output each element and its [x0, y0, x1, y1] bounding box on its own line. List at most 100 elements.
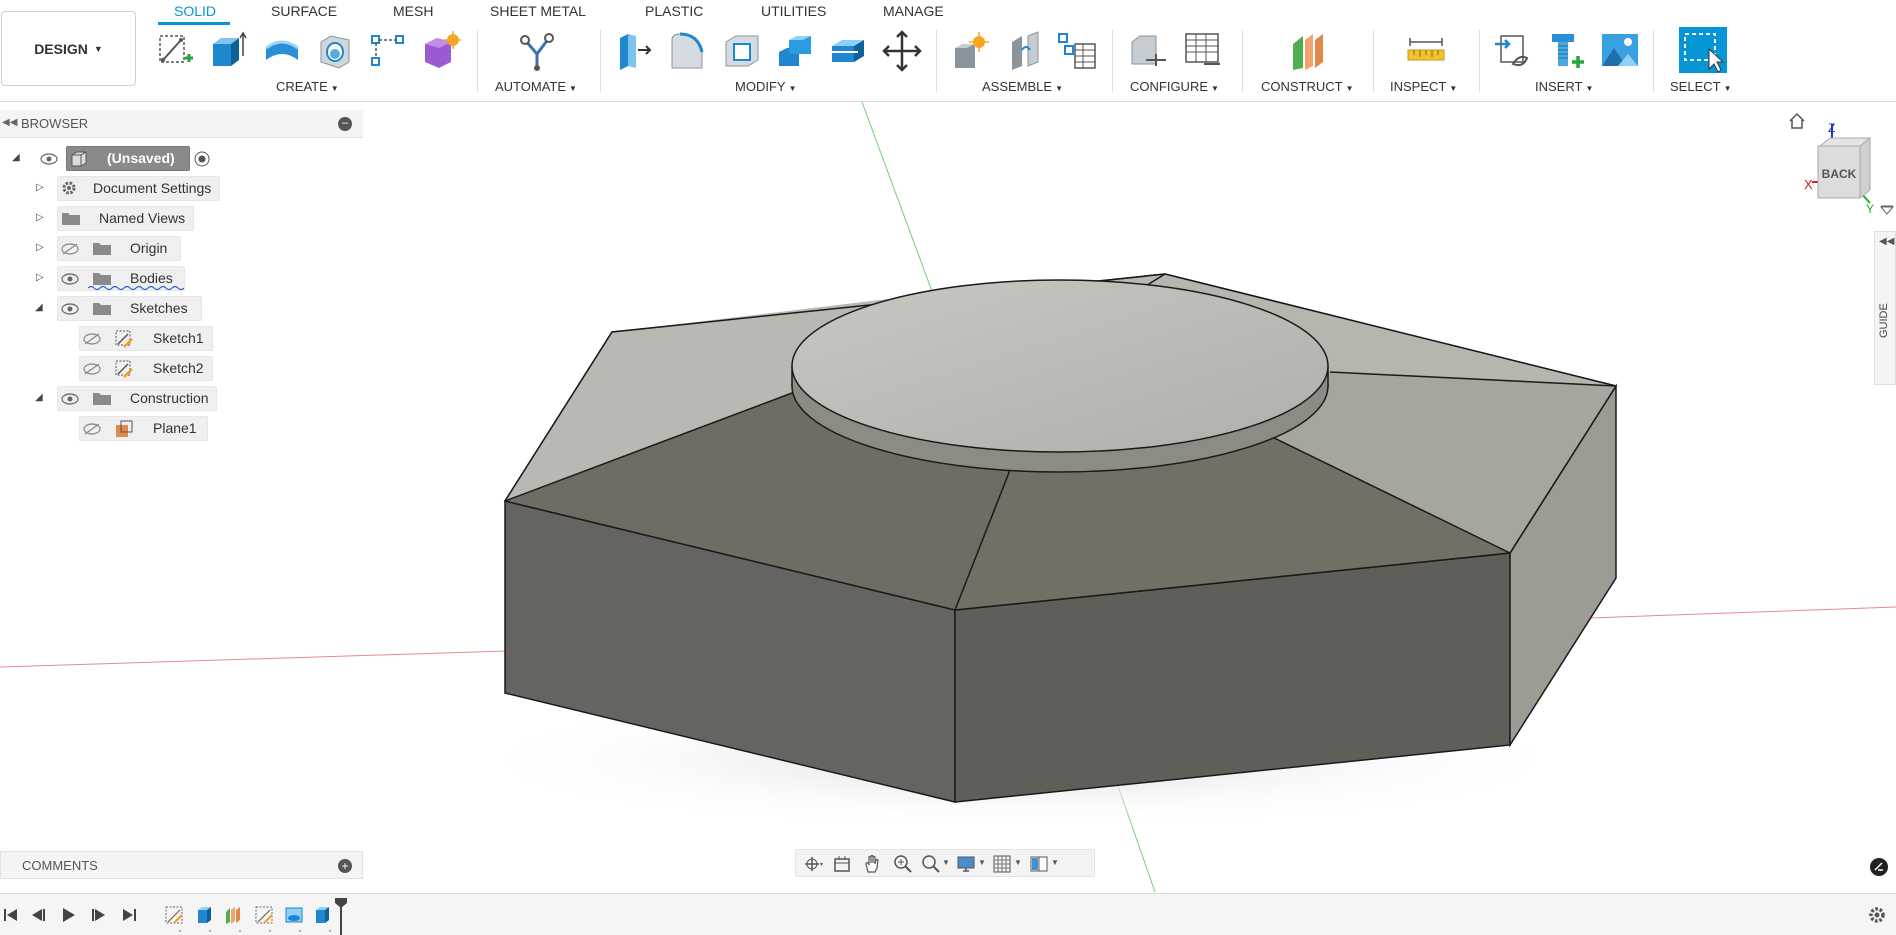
zoom-icon[interactable]: [892, 854, 914, 874]
automate-icon[interactable]: [517, 30, 557, 72]
timeline-settings-gear-icon[interactable]: [1868, 906, 1886, 924]
hidden-eye-icon[interactable]: [83, 423, 101, 435]
browser-item-sketch1[interactable]: Sketch1: [0, 326, 363, 351]
press-pull-icon[interactable]: [614, 30, 654, 72]
create-sketch-icon[interactable]: [155, 30, 195, 72]
expand-triangle-icon[interactable]: ▷: [36, 212, 44, 223]
construct-plane-icon[interactable]: [1289, 30, 1329, 72]
collapse-triangle-icon[interactable]: ◢: [12, 152, 20, 163]
visibility-eye-icon[interactable]: [61, 273, 79, 285]
joint-icon[interactable]: [1006, 30, 1046, 72]
grid-settings-icon[interactable]: [992, 854, 1014, 874]
hidden-eye-icon[interactable]: [83, 363, 101, 375]
expand-triangle-icon[interactable]: ▷: [36, 272, 44, 283]
timeline-plane-icon[interactable]: [226, 907, 240, 924]
chevron-down-icon[interactable]: ▼: [942, 858, 950, 867]
select-icon[interactable]: [1679, 27, 1727, 73]
timeline-extrude-icon[interactable]: [285, 907, 303, 923]
construct-menu[interactable]: CONSTRUCT ▼: [1261, 79, 1354, 94]
configure-menu[interactable]: CONFIGURE ▼: [1130, 79, 1219, 94]
viewports-icon[interactable]: [1029, 854, 1051, 874]
collapse-triangle-icon[interactable]: ◢: [35, 302, 43, 313]
browser-item-origin[interactable]: ▷ Origin: [0, 236, 363, 261]
browser-item-plane1[interactable]: Plane1: [0, 416, 363, 441]
configuration-table-icon[interactable]: [1182, 30, 1222, 72]
collapse-panel-icon[interactable]: ◀◀: [2, 117, 17, 128]
tab-sheet-metal[interactable]: SHEET METAL: [488, 3, 588, 19]
pattern-icon[interactable]: [368, 30, 408, 72]
expand-triangle-icon[interactable]: ▷: [36, 182, 44, 193]
add-comment-icon[interactable]: +: [338, 859, 352, 873]
tab-manage[interactable]: MANAGE: [881, 3, 946, 19]
extrude-icon[interactable]: [207, 30, 247, 72]
visibility-eye-icon[interactable]: [61, 393, 79, 405]
step-forward-icon[interactable]: [90, 907, 108, 923]
browser-item-named-views[interactable]: ▷ Named Views: [0, 206, 363, 231]
tab-mesh[interactable]: MESH: [391, 3, 435, 19]
bill-of-materials-icon[interactable]: [1057, 30, 1097, 72]
activate-radio-icon[interactable]: [194, 151, 210, 167]
hole-icon[interactable]: [315, 30, 355, 72]
visibility-eye-icon[interactable]: [61, 303, 79, 315]
browser-root-node[interactable]: ◢ (Unsaved): [0, 146, 363, 171]
text-commands-icon[interactable]: [1870, 858, 1888, 876]
minimize-panel-icon[interactable]: –: [338, 117, 352, 131]
tab-surface[interactable]: SURFACE: [269, 3, 339, 19]
display-settings-icon[interactable]: [956, 854, 978, 874]
workspace-switcher[interactable]: DESIGN ▼: [1, 11, 136, 86]
new-component-icon[interactable]: [951, 30, 991, 72]
offset-face-icon[interactable]: [828, 30, 868, 72]
view-cube[interactable]: X Z Y BACK: [1804, 121, 1874, 216]
insert-menu[interactable]: INSERT ▼: [1535, 79, 1593, 94]
expand-guide-icon[interactable]: ◀◀: [1879, 236, 1894, 247]
browser-item-sketches[interactable]: ◢ Sketches: [0, 296, 363, 321]
viewcube-menu-icon[interactable]: [1879, 205, 1895, 215]
chevron-down-icon[interactable]: ▼: [978, 858, 986, 867]
timeline-sketch-icon[interactable]: [165, 906, 183, 924]
fit-zoom-icon[interactable]: [920, 854, 942, 874]
go-to-start-icon[interactable]: [2, 907, 20, 923]
guide-side-tab[interactable]: ◀◀ GUIDE: [1874, 231, 1896, 385]
step-back-icon[interactable]: [29, 907, 47, 923]
look-at-icon[interactable]: [831, 854, 853, 874]
home-view-icon[interactable]: [1789, 112, 1805, 129]
tab-utilities[interactable]: UTILITIES: [759, 3, 828, 19]
select-menu[interactable]: SELECT ▼: [1670, 79, 1732, 94]
collapse-triangle-icon[interactable]: ◢: [35, 392, 43, 403]
play-icon[interactable]: [59, 907, 77, 923]
tab-solid[interactable]: SOLID: [172, 3, 218, 19]
timeline-marker[interactable]: [334, 897, 348, 935]
move-icon[interactable]: [882, 30, 922, 72]
hidden-eye-icon[interactable]: [61, 243, 79, 255]
revolve-icon[interactable]: [262, 30, 302, 72]
expand-triangle-icon[interactable]: ▷: [36, 242, 44, 253]
combine-icon[interactable]: [775, 30, 815, 72]
insert-canvas-icon[interactable]: [1600, 30, 1640, 72]
browser-item-bodies[interactable]: ▷ Bodies: [0, 266, 363, 291]
assemble-menu[interactable]: ASSEMBLE ▼: [982, 79, 1063, 94]
chevron-down-icon[interactable]: ▼: [1014, 858, 1022, 867]
tab-plastic[interactable]: PLASTIC: [643, 3, 705, 19]
browser-item-construction[interactable]: ◢ Construction: [0, 386, 363, 411]
browser-item-document-settings[interactable]: ▷ Document Settings: [0, 176, 363, 201]
create-menu[interactable]: CREATE ▼: [276, 79, 339, 94]
fillet-icon[interactable]: [668, 30, 708, 72]
go-to-end-icon[interactable]: [120, 907, 138, 923]
visibility-eye-icon[interactable]: [40, 153, 58, 165]
hidden-eye-icon[interactable]: [83, 333, 101, 345]
orbit-icon[interactable]: [802, 854, 824, 874]
chevron-down-icon[interactable]: ▼: [1051, 858, 1059, 867]
timeline-extrude-icon[interactable]: [316, 907, 329, 923]
automate-menu[interactable]: AUTOMATE ▼: [495, 79, 577, 94]
measure-icon[interactable]: [1406, 30, 1446, 72]
timeline-extrude-icon[interactable]: [198, 907, 211, 923]
timeline-sketch-icon[interactable]: [255, 906, 273, 924]
hexagon-body[interactable]: [503, 273, 1618, 803]
pan-hand-icon[interactable]: [862, 854, 884, 874]
insert-mcmaster-icon[interactable]: [1546, 30, 1586, 72]
browser-item-sketch2[interactable]: Sketch2: [0, 356, 363, 381]
form-icon[interactable]: [421, 30, 461, 72]
inspect-menu[interactable]: INSPECT ▼: [1390, 79, 1457, 94]
insert-derive-icon[interactable]: [1493, 30, 1533, 72]
configure-icon[interactable]: [1128, 30, 1168, 72]
